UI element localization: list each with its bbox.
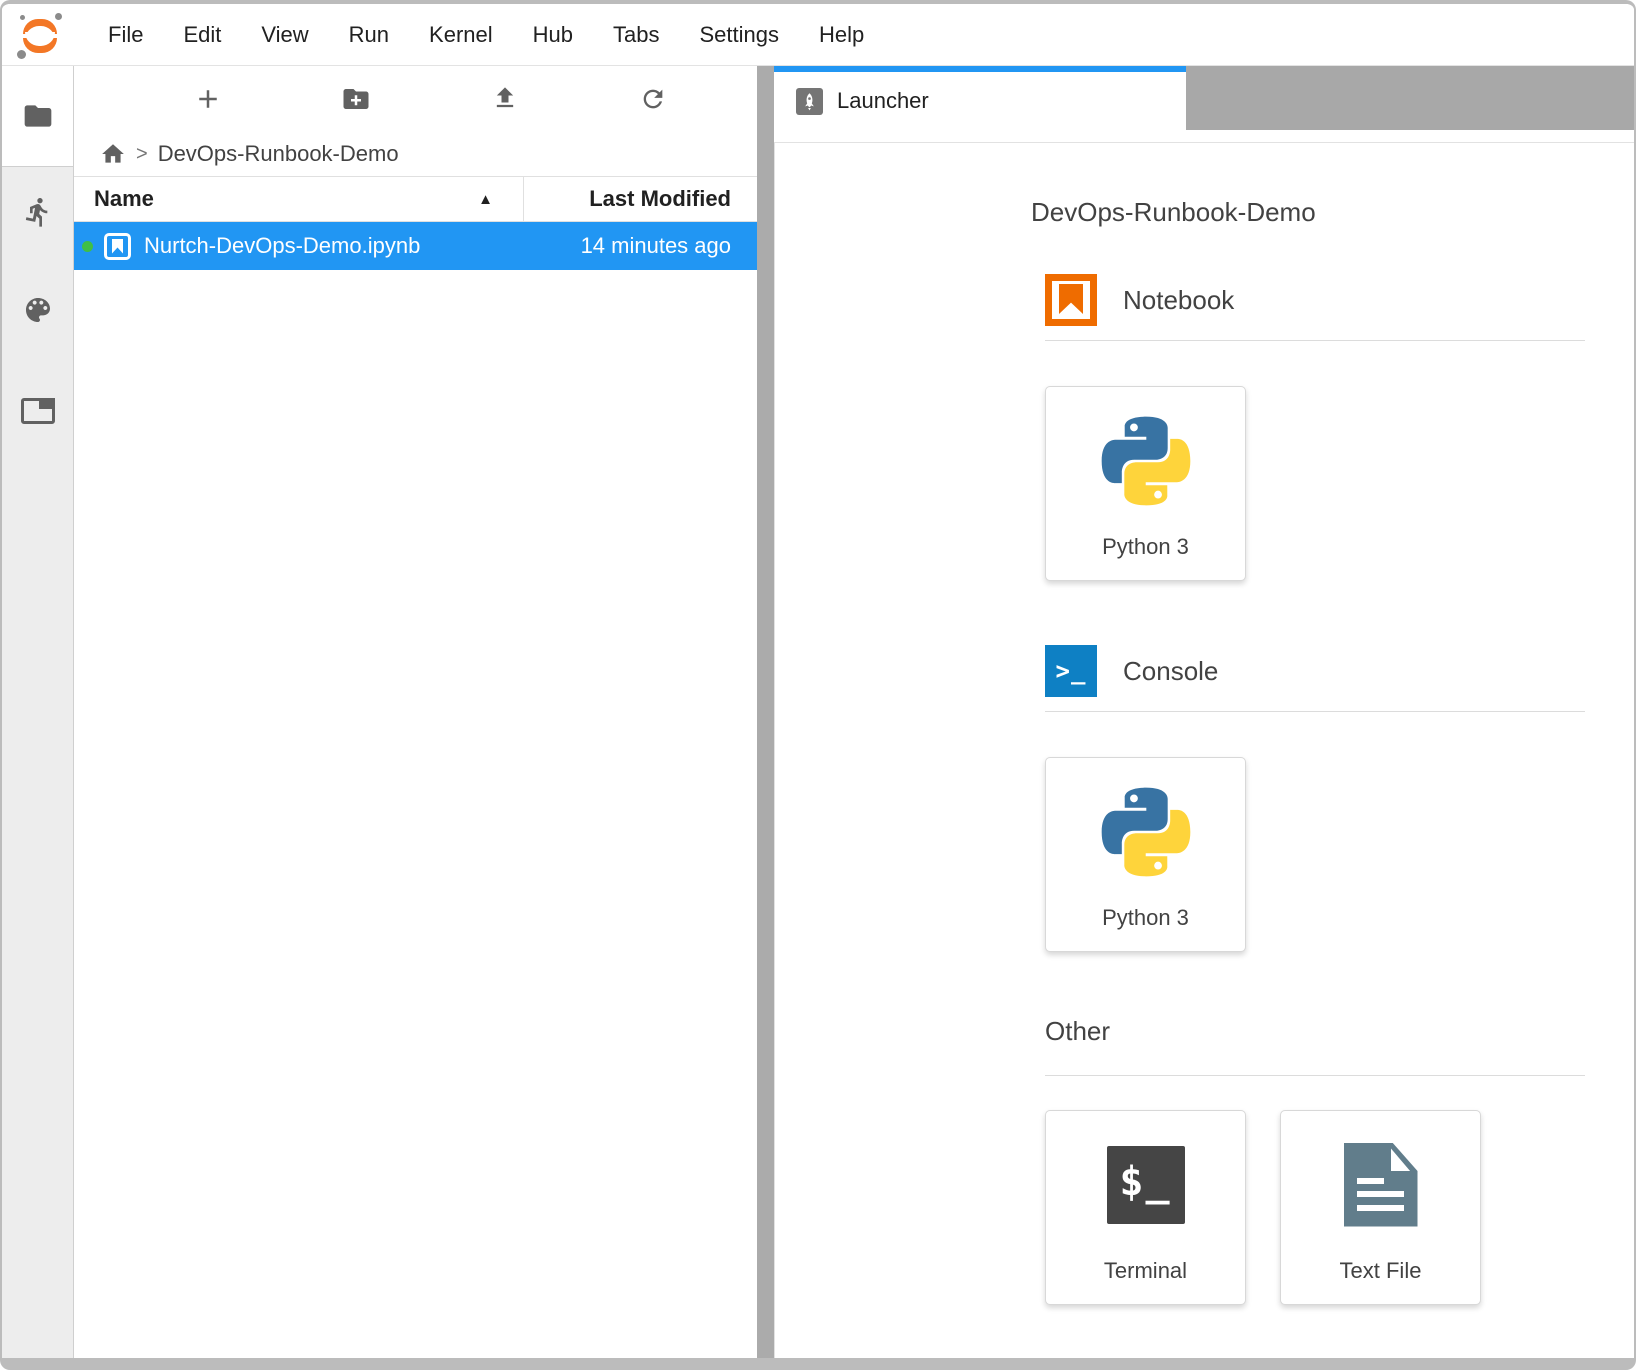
- name-column-label: Name: [94, 186, 154, 212]
- column-header-last-modified[interactable]: Last Modified: [524, 177, 757, 221]
- launcher-card-text-file[interactable]: Text File: [1280, 1110, 1481, 1305]
- breadcrumb-separator: >: [136, 143, 148, 166]
- home-icon: [100, 141, 126, 167]
- file-name: Nurtch-DevOps-Demo.ipynb: [144, 233, 581, 259]
- menu-bar: File Edit View Run Kernel Hub Tabs Setti…: [2, 4, 1634, 66]
- sidebar-tab-commands[interactable]: [2, 294, 73, 326]
- jupyter-logo-dot: [20, 15, 25, 20]
- launcher-tab-label: Launcher: [837, 88, 929, 114]
- last-modified-column-label: Last Modified: [589, 186, 731, 212]
- file-browser-panel: > DevOps-Runbook-Demo Name ▲ Last Modifi…: [74, 66, 757, 1358]
- running-person-icon: [22, 196, 54, 228]
- breadcrumb: > DevOps-Runbook-Demo: [74, 132, 757, 176]
- new-folder-icon: [341, 84, 371, 114]
- panel-splitter[interactable]: [757, 66, 774, 1358]
- sort-ascending-icon[interactable]: ▲: [478, 191, 493, 208]
- section-divider: [1045, 711, 1585, 712]
- breadcrumb-current-folder[interactable]: DevOps-Runbook-Demo: [158, 141, 399, 167]
- menu-run[interactable]: Run: [329, 4, 409, 66]
- section-divider: [1045, 1075, 1585, 1076]
- launcher-section-other: Other $_ Terminal: [1045, 1016, 1585, 1305]
- column-header-name[interactable]: Name ▲: [74, 177, 524, 221]
- refresh-icon: [639, 85, 667, 113]
- jupyter-logo: [14, 11, 66, 59]
- notebook-section-icon: [1045, 274, 1097, 326]
- menu-view[interactable]: View: [241, 4, 328, 66]
- menu-kernel[interactable]: Kernel: [409, 4, 513, 66]
- console-section-icon: >_: [1045, 645, 1097, 697]
- rocket-icon: [796, 88, 823, 115]
- folder-icon: [22, 100, 54, 132]
- menu-settings[interactable]: Settings: [679, 4, 799, 66]
- menu-file[interactable]: File: [88, 4, 163, 66]
- notebook-file-icon: [104, 233, 131, 260]
- file-browser-toolbar: [74, 66, 757, 132]
- sidebar-tab-running-sessions[interactable]: [2, 196, 73, 228]
- new-folder-button[interactable]: [336, 79, 376, 119]
- new-launcher-button[interactable]: [188, 79, 228, 119]
- console-section-label: Console: [1123, 656, 1218, 687]
- launcher-body: DevOps-Runbook-Demo Notebook: [774, 142, 1634, 1358]
- jupyter-logo-dot: [55, 13, 62, 20]
- left-sidebar: [2, 66, 74, 1358]
- upload-icon: [491, 85, 519, 113]
- python-logo-icon: [1093, 387, 1199, 534]
- refresh-button[interactable]: [633, 79, 673, 119]
- section-divider: [1045, 340, 1585, 341]
- menu-help[interactable]: Help: [799, 4, 884, 66]
- breadcrumb-home[interactable]: [100, 141, 126, 167]
- launcher-card-terminal[interactable]: $_ Terminal: [1045, 1110, 1246, 1305]
- launcher-card-notebook-python3[interactable]: Python 3: [1045, 386, 1246, 581]
- card-label-python3: Python 3: [1102, 905, 1189, 951]
- window-frame: File Edit View Run Kernel Hub Tabs Setti…: [0, 0, 1636, 1370]
- launcher-tab[interactable]: Launcher: [774, 66, 1186, 130]
- menu-edit[interactable]: Edit: [163, 4, 241, 66]
- card-label-python3: Python 3: [1102, 534, 1189, 580]
- dock-tab-bar: Launcher: [774, 66, 1634, 130]
- launcher-section-notebook: Notebook Python: [1045, 274, 1585, 581]
- terminal-icon: $_: [1107, 1146, 1185, 1224]
- sidebar-tab-filebrowser[interactable]: [2, 66, 73, 167]
- menu-hub[interactable]: Hub: [513, 4, 593, 66]
- launcher-section-console: >_ Console: [1045, 645, 1585, 952]
- upload-button[interactable]: [485, 79, 525, 119]
- launcher-dock: Launcher DevOps-Runbook-Demo Notebook: [774, 66, 1634, 1358]
- card-label-terminal: Terminal: [1104, 1258, 1187, 1304]
- main-area: > DevOps-Runbook-Demo Name ▲ Last Modifi…: [2, 66, 1634, 1358]
- menu-tabs[interactable]: Tabs: [593, 4, 679, 66]
- file-row-selected[interactable]: Nurtch-DevOps-Demo.ipynb 14 minutes ago: [74, 222, 757, 270]
- jupyter-logo-dot: [17, 50, 26, 59]
- jupyterlab-window: File Edit View Run Kernel Hub Tabs Setti…: [0, 0, 1636, 1370]
- kernel-running-dot: [82, 241, 93, 252]
- file-last-modified: 14 minutes ago: [581, 233, 757, 259]
- palette-icon: [22, 294, 54, 326]
- card-label-text-file: Text File: [1340, 1258, 1422, 1304]
- notebook-section-label: Notebook: [1123, 285, 1234, 316]
- launcher-card-console-python3[interactable]: Python 3: [1045, 757, 1246, 952]
- jupyter-logo-arc: [23, 38, 57, 53]
- new-launcher-plus-icon: [193, 84, 223, 114]
- text-file-icon: [1344, 1143, 1418, 1227]
- python-logo-icon: [1093, 758, 1199, 905]
- file-list-header: Name ▲ Last Modified: [74, 176, 757, 222]
- other-section-label: Other: [1045, 1016, 1110, 1047]
- sidebar-tab-open-tabs[interactable]: [2, 398, 73, 424]
- open-tabs-icon: [21, 398, 55, 424]
- launcher-cwd-title: DevOps-Runbook-Demo: [1031, 197, 1585, 228]
